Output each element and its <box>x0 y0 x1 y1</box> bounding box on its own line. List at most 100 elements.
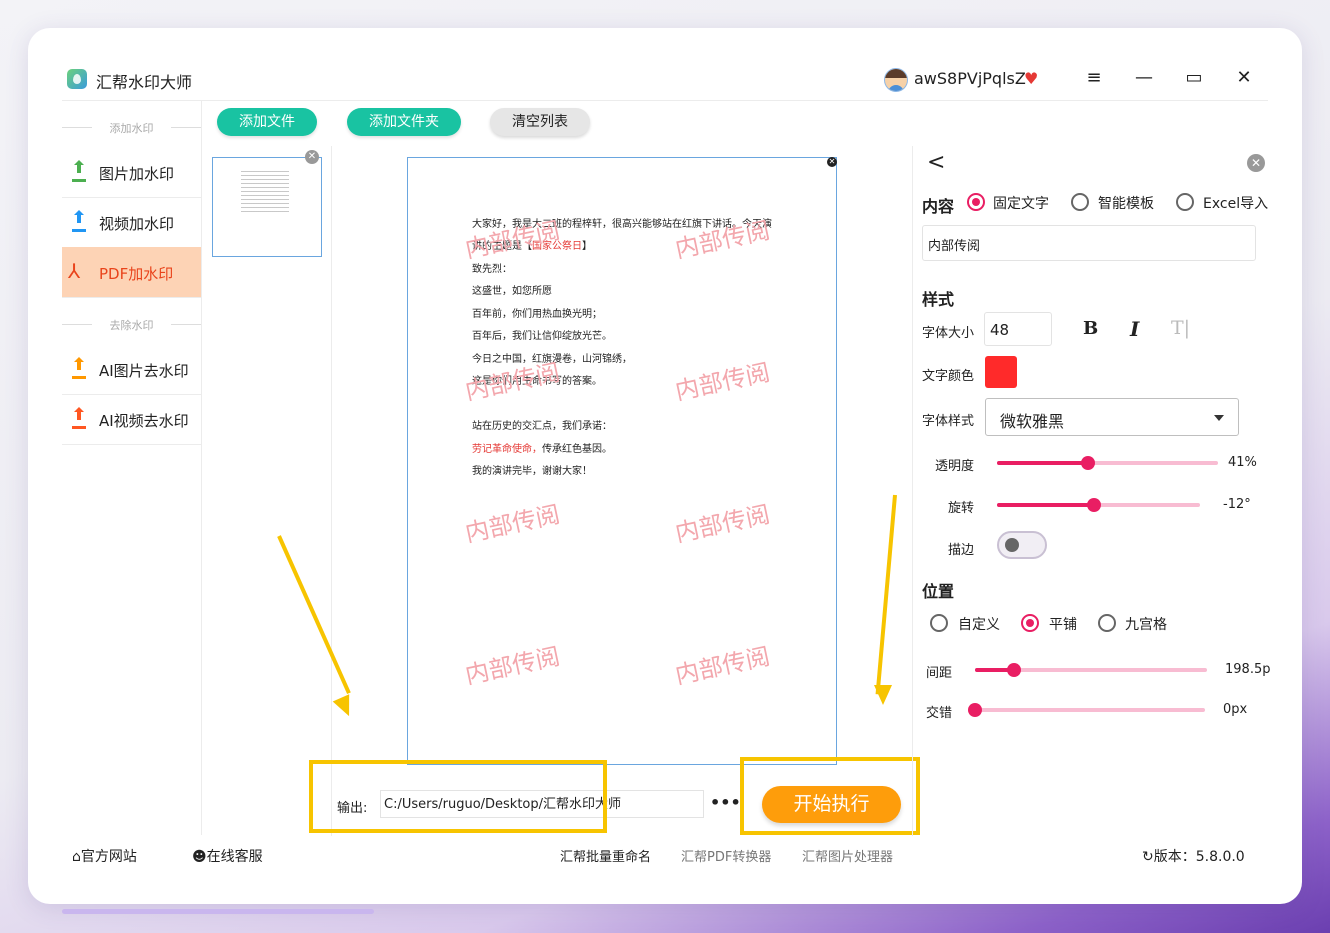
rotation-label: 旋转 <box>948 501 975 516</box>
panel-close-icon[interactable]: ✕ <box>1247 154 1265 172</box>
stroke-label: 描边 <box>948 543 975 558</box>
option-smart-template[interactable]: 智能模板 <box>1098 193 1154 213</box>
add-folder-button[interactable]: 添加文件夹 <box>347 108 461 136</box>
taskbar-indicator <box>62 909 374 914</box>
website-label: 官方网站 <box>80 849 137 865</box>
toggle-knob <box>1005 538 1019 552</box>
opacity-slider[interactable] <box>997 456 1218 470</box>
font-style-label: 字体样式 <box>922 414 975 429</box>
footer-link-pdf[interactable]: 汇帮PDF转换器 <box>681 846 771 865</box>
sidebar-item-ai-video-remove[interactable]: AI视频去水印 <box>62 394 201 445</box>
text-color-label: 文字颜色 <box>922 369 975 384</box>
spacing-slider[interactable] <box>975 663 1207 677</box>
slider-handle[interactable] <box>1007 663 1022 677</box>
clear-format-button[interactable]: T| <box>1171 317 1190 339</box>
footer-link-image[interactable]: 汇帮图片处理器 <box>802 846 893 865</box>
option-fixed-text[interactable]: 固定文字 <box>993 193 1049 213</box>
browse-more-button[interactable]: ••• <box>710 793 741 812</box>
option-tile[interactable]: 平铺 <box>1049 614 1077 634</box>
sidebar-item-video-watermark[interactable]: 视频加水印 <box>62 197 201 248</box>
bold-button[interactable]: B <box>1083 318 1098 339</box>
output-highlight-box <box>309 760 607 833</box>
version-info[interactable]: ↻版本：5.8.0.0 <box>1142 846 1245 866</box>
remove-file-icon[interactable]: ✕ <box>305 150 319 164</box>
font-size-label: 字体大小 <box>922 326 975 341</box>
slider-handle[interactable] <box>1087 498 1102 512</box>
position-title: 位置 <box>922 582 955 601</box>
opacity-label: 透明度 <box>935 459 975 474</box>
offset-value: 0px <box>1223 702 1248 717</box>
document-line: 我的演讲完毕，谢谢大家！ <box>472 462 592 477</box>
radio-fixed-text[interactable] <box>967 193 985 211</box>
slider-handle[interactable] <box>1080 456 1095 470</box>
clear-list-button[interactable]: 清空列表 <box>490 108 590 136</box>
document-text: 这盛世，如您所愿 <box>472 286 552 297</box>
back-button[interactable]: < <box>927 150 945 175</box>
watermark-text-input[interactable]: 内部传阅 <box>922 225 1256 261</box>
rotation-value: -12° <box>1223 497 1251 512</box>
menu-icon[interactable]: ≡ <box>1082 67 1106 88</box>
font-style-select[interactable]: 微软雅黑 <box>985 398 1239 436</box>
title-bar: 汇帮水印大师 awS8PVjPqlsZ ♥ ≡ — ▭ ✕ <box>62 55 1268 101</box>
sidebar-item-label: 图片加水印 <box>99 165 175 183</box>
pdf-preview: 大家好，我是大二班的程梓轩，很高兴能够站在红旗下讲话。今天演 讲的主题是【国家公祭… <box>407 157 837 765</box>
sidebar-item-pdf-watermark[interactable]: ⅄ PDF加水印 <box>62 247 201 298</box>
rotation-slider[interactable] <box>997 498 1200 512</box>
support-icon: ☻ <box>192 849 207 865</box>
app-title: 汇帮水印大师 <box>96 73 193 92</box>
support-link[interactable]: ☻在线客服 <box>192 846 263 866</box>
app-window: 汇帮水印大师 awS8PVjPqlsZ ♥ ≡ — ▭ ✕ 添加水印 图片加水印… <box>62 55 1271 871</box>
minimize-icon[interactable]: — <box>1132 67 1156 88</box>
website-link[interactable]: ⌂官方网站 <box>72 846 137 866</box>
preview-close-icon[interactable]: ✕ <box>827 157 837 167</box>
sidebar-item-label: AI图片去水印 <box>99 362 189 380</box>
radio-nine-grid[interactable] <box>1098 614 1116 632</box>
spacing-value: 198.5p <box>1225 662 1271 677</box>
option-excel-import[interactable]: Excel导入 <box>1203 193 1268 213</box>
style-title: 样式 <box>922 290 955 309</box>
maximize-icon[interactable]: ▭ <box>1182 67 1206 88</box>
document-text: 劳记革命使命， <box>472 444 542 455</box>
watermark-text: 内部传阅 <box>672 642 773 690</box>
radio-excel-import[interactable] <box>1176 193 1194 211</box>
document-text: 】 <box>582 241 592 252</box>
content-label: 内容 <box>922 197 955 216</box>
sidebar-item-label: 视频加水印 <box>99 215 175 233</box>
font-style-value: 微软雅黑 <box>1000 412 1065 431</box>
option-custom[interactable]: 自定义 <box>958 614 1000 634</box>
sidebar-item-ai-image-remove[interactable]: AI图片去水印 <box>62 344 201 395</box>
document-text: 致先烈： <box>472 264 512 275</box>
add-file-button[interactable]: 添加文件 <box>217 108 317 136</box>
sidebar-item-label: PDF加水印 <box>99 265 174 283</box>
vip-heart-icon[interactable]: ♥ <box>1024 69 1038 88</box>
settings-panel: < ✕ 内容 固定文字 智能模板 Excel导入 内部传阅 样式 字体大小 48… <box>912 146 1271 836</box>
home-icon: ⌂ <box>72 849 81 865</box>
upload-icon <box>72 160 86 182</box>
chevron-down-icon <box>1214 415 1224 421</box>
slider-handle[interactable] <box>968 703 982 717</box>
file-thumbnail[interactable] <box>212 157 322 257</box>
document-text: 传承红色基因。 <box>542 444 612 455</box>
footer-link-rename[interactable]: 汇帮批量重命名 <box>560 846 651 865</box>
spacing-label: 间距 <box>926 666 953 681</box>
username[interactable]: awS8PVjPqlsZ <box>914 69 1026 88</box>
font-size-value: 48 <box>990 321 1010 339</box>
italic-button[interactable]: I <box>1130 317 1139 341</box>
annotation-arrowhead-right <box>874 685 892 705</box>
opacity-value: 41% <box>1228 455 1257 470</box>
radio-smart-template[interactable] <box>1071 193 1089 211</box>
offset-slider[interactable] <box>968 703 1205 717</box>
sidebar-item-image-watermark[interactable]: 图片加水印 <box>62 147 201 198</box>
annotation-arrowhead-left <box>332 694 358 720</box>
font-size-input[interactable]: 48 <box>984 312 1052 346</box>
option-nine-grid[interactable]: 九宫格 <box>1125 614 1167 634</box>
document-line: 百年后，我们让信仰绽放光芒。 <box>472 327 612 342</box>
avatar[interactable] <box>884 68 908 92</box>
text-color-swatch[interactable] <box>985 356 1017 388</box>
radio-tile[interactable] <box>1021 614 1039 632</box>
thumbnail-text-lines <box>241 168 289 212</box>
stroke-toggle[interactable] <box>997 531 1047 559</box>
close-icon[interactable]: ✕ <box>1232 67 1256 88</box>
file-list: ✕ <box>202 146 332 836</box>
radio-custom[interactable] <box>930 614 948 632</box>
